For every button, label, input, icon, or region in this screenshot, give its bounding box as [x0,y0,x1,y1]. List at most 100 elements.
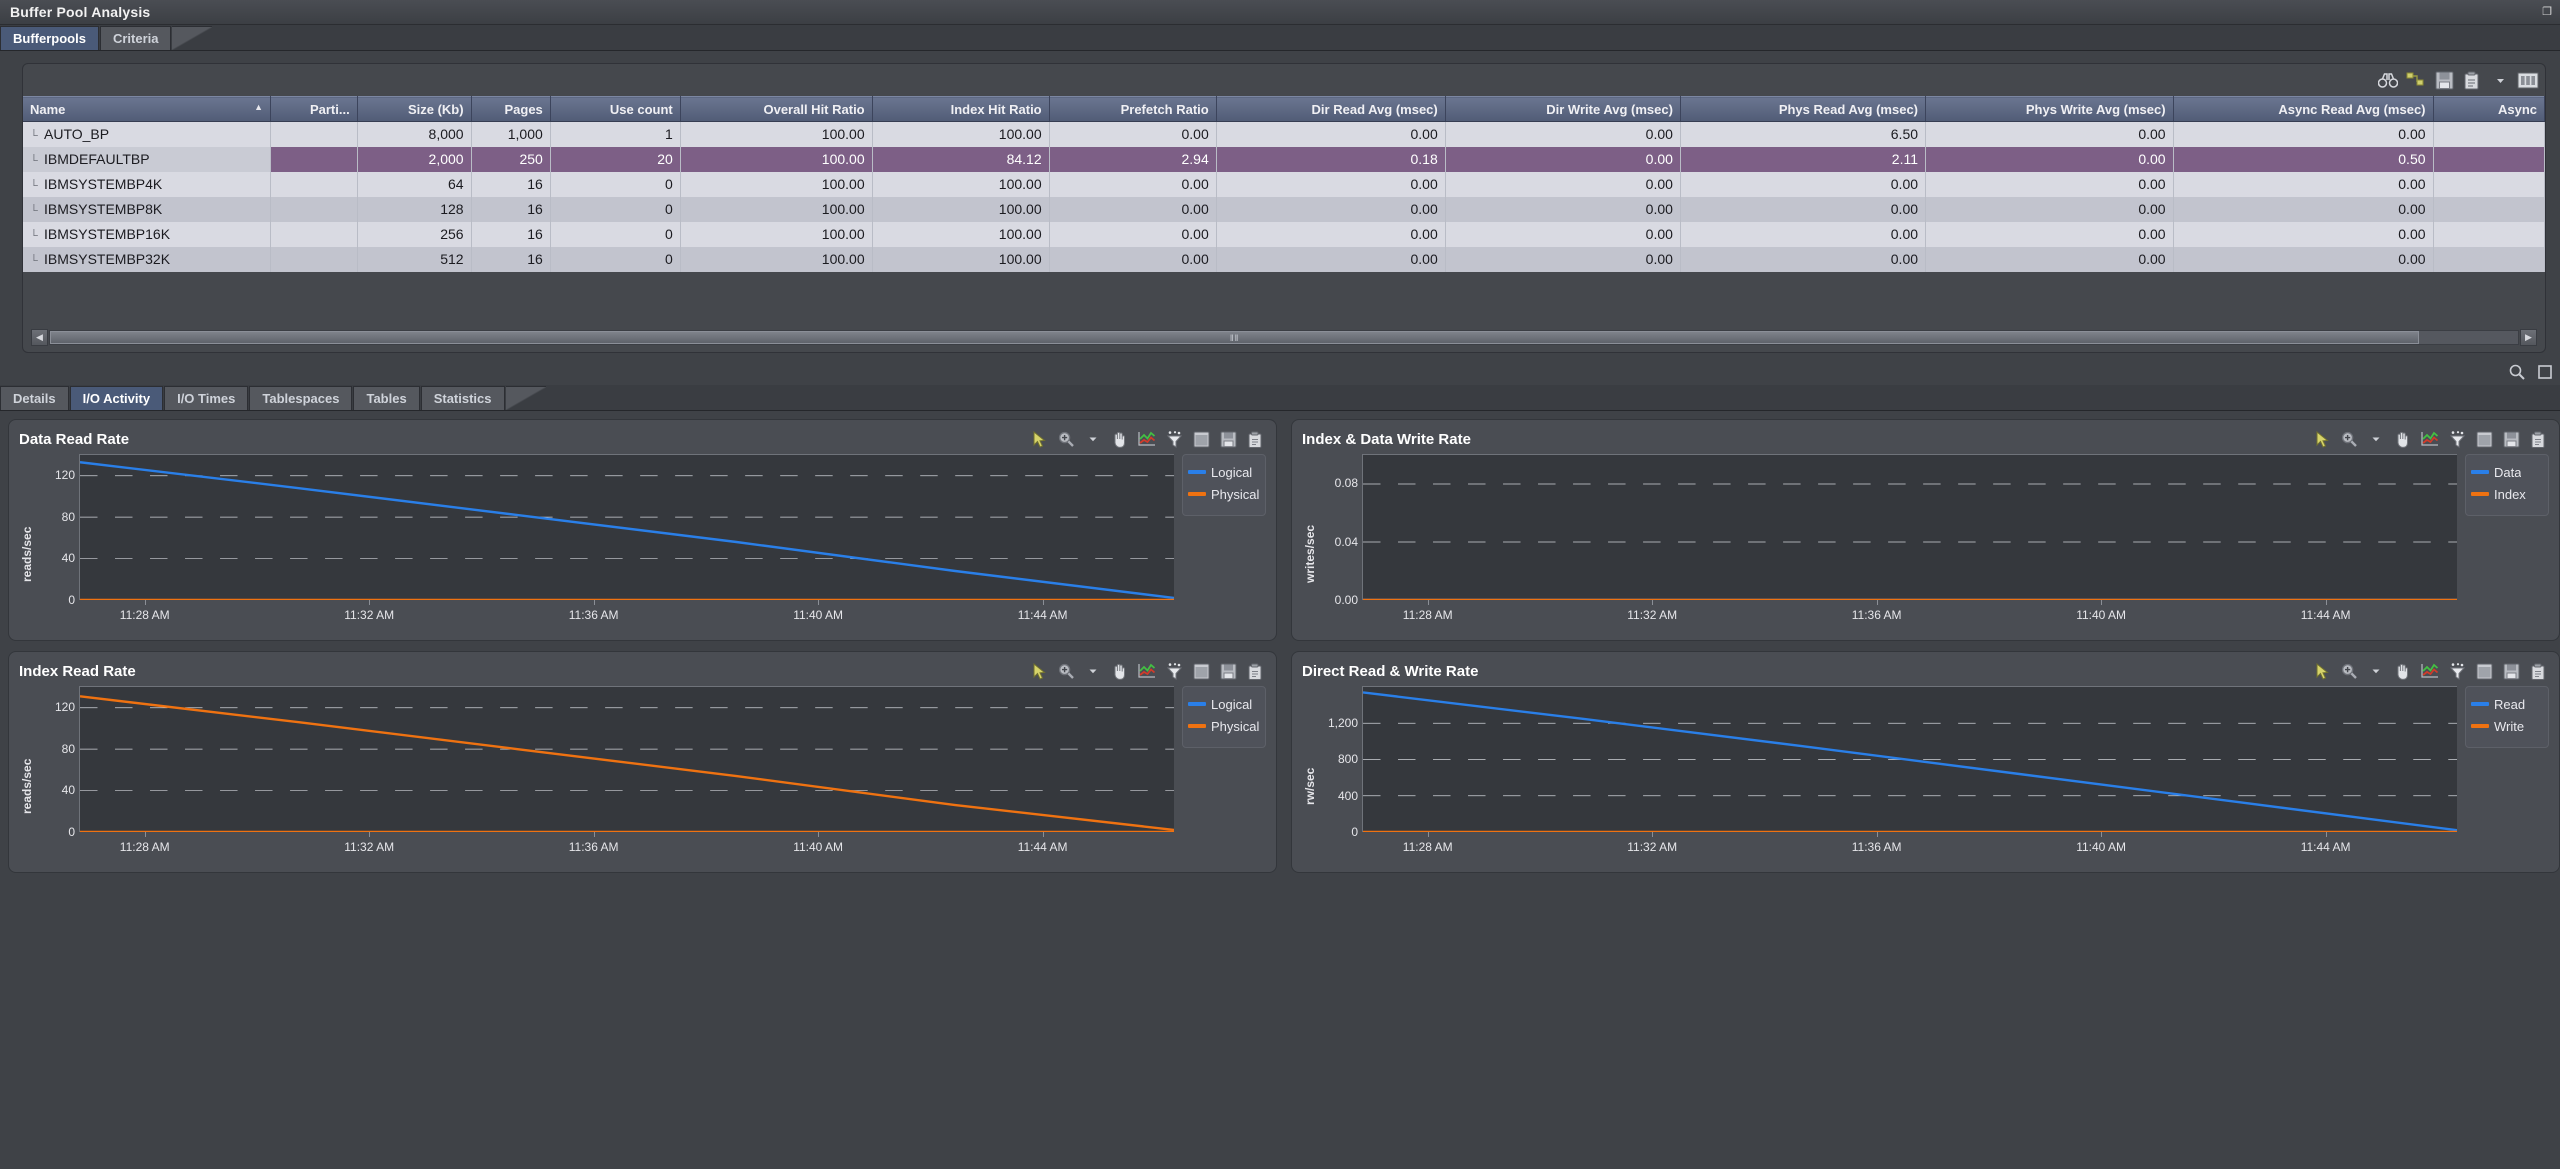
line-chart-icon[interactable] [1136,429,1158,449]
plot-area[interactable]: 11:28 AM 11:32 AM 11:36 AM 11:40 AM 11:44 AM [79,686,1174,864]
save-icon[interactable] [1217,661,1239,681]
table-row[interactable]: └ IBMSYSTEMBP4K 64 16 0 100.00 100.00 0.00 0.00 0… [23,171,2546,197]
table-cell[interactable]: 0.00 [1049,246,1217,272]
copy-icon[interactable] [2527,429,2549,449]
legend-entry[interactable]: Physical [1188,483,1260,505]
window-icon[interactable] [2473,661,2495,681]
table-cell[interactable]: 512 [357,246,472,272]
maximize-icon[interactable] [2534,362,2556,382]
table-cell[interactable]: 0.00 [1049,121,1217,147]
zoom-in-icon[interactable] [2338,429,2360,449]
table-cell[interactable] [270,121,358,147]
table-cell[interactable]: 0.00 [1445,121,1681,147]
table-cell[interactable]: 0.00 [2173,171,2434,197]
legend-entry[interactable]: Read [2471,693,2543,715]
pointer-icon[interactable] [2311,429,2333,449]
table-cell[interactable]: 2.11 [1680,146,1927,172]
tab-details[interactable]: Details [0,386,69,410]
tab-tablespaces[interactable]: Tablespaces [249,386,353,410]
table-cell[interactable]: └ IBMSYSTEMBP16K [23,221,272,247]
plot-canvas[interactable] [1362,454,2457,600]
table-row[interactable]: └ IBMSYSTEMBP32K 512 16 0 100.00 100.00 0.00 0.0… [23,246,2546,272]
table-cell[interactable]: 100.00 [680,246,873,272]
pan-hand-icon[interactable] [2392,661,2414,681]
columns-icon[interactable] [2517,70,2539,90]
line-chart-icon[interactable] [1136,661,1158,681]
funnel-icon[interactable] [2446,661,2468,681]
table-cell[interactable]: └ IBMSYSTEMBP32K [23,246,272,272]
table-cell[interactable]: 16 [471,221,551,247]
zoom-in-icon[interactable] [1055,661,1077,681]
zoom-in-icon[interactable] [1055,429,1077,449]
scroll-right-arrow[interactable]: ▶ [2520,329,2537,346]
save-icon[interactable] [2500,429,2522,449]
maximize-icon[interactable]: ❐ [2538,2,2556,20]
table-cell[interactable]: 0.00 [1445,196,1681,222]
chevron-down-icon[interactable] [2489,70,2511,90]
table-cell[interactable]: 100.00 [872,221,1050,247]
table-cell[interactable]: 0 [550,221,681,247]
table-cell[interactable]: 0.00 [1049,171,1217,197]
bufferpools-table[interactable]: Name ▲ Parti... Size (Kb) Pages Use count Over… [23,96,2546,272]
copy-icon[interactable] [2527,661,2549,681]
plot-canvas[interactable] [79,454,1174,600]
pan-hand-icon[interactable] [1109,661,1131,681]
table-row[interactable]: └ AUTO_BP 8,000 1,000 1 100.00 100.00 0.00 0.00 0… [23,121,2546,147]
table-cell[interactable]: 100.00 [680,146,873,172]
table-cell[interactable]: 0.00 [1680,246,1927,272]
table-cell[interactable]: └ IBMSYSTEMBP4K [23,171,272,197]
column-header-prefetch-ratio[interactable]: Prefetch Ratio [1049,96,1217,122]
save-icon[interactable] [2500,661,2522,681]
legend-entry[interactable]: Write [2471,715,2543,737]
table-cell[interactable]: 16 [471,246,551,272]
table-cell[interactable] [270,171,358,197]
column-header-overall-hit-ratio[interactable]: Overall Hit Ratio [680,96,873,122]
zoom-icon[interactable] [2506,362,2528,382]
table-cell[interactable] [2433,146,2546,172]
table-cell[interactable]: 0 [550,171,681,197]
pan-hand-icon[interactable] [1109,429,1131,449]
chevron-down-icon[interactable] [1082,429,1104,449]
table-cell[interactable]: 0.00 [1925,221,2174,247]
plot-area[interactable]: 11:28 AM 11:32 AM 11:36 AM 11:40 AM 11:44 AM [1362,686,2457,864]
legend-entry[interactable]: Data [2471,461,2543,483]
funnel-icon[interactable] [2446,429,2468,449]
table-cell[interactable] [2433,246,2546,272]
table-cell[interactable]: 0.00 [2173,121,2434,147]
table-cell[interactable]: 20 [550,146,681,172]
column-header-phys-read-avg-msec[interactable]: Phys Read Avg (msec) [1680,96,1927,122]
tab-tables[interactable]: Tables [353,386,420,410]
pointer-icon[interactable] [2311,661,2333,681]
table-cell[interactable]: 128 [357,196,472,222]
table-cell[interactable]: 6.50 [1680,121,1927,147]
plot-canvas[interactable] [1362,686,2457,832]
column-header-parti[interactable]: Parti... [270,96,358,122]
line-chart-icon[interactable] [2419,661,2441,681]
table-cell[interactable]: 0.18 [1216,146,1446,172]
legend-entry[interactable]: Logical [1188,693,1260,715]
funnel-icon[interactable] [1163,429,1185,449]
table-cell[interactable]: 64 [357,171,472,197]
table-cell[interactable]: 0.00 [1925,246,2174,272]
table-cell[interactable]: └ AUTO_BP [23,121,272,147]
window-icon[interactable] [2473,429,2495,449]
table-cell[interactable]: 8,000 [357,121,472,147]
table-cell[interactable]: 0.00 [1216,171,1446,197]
table-cell[interactable]: 1,000 [471,121,551,147]
window-icon[interactable] [1190,661,1212,681]
legend-entry[interactable]: Physical [1188,715,1260,737]
copy-icon[interactable] [1244,429,1266,449]
tab-criteria[interactable]: Criteria [99,26,172,50]
table-cell[interactable]: 100.00 [680,171,873,197]
table-cell[interactable]: 100.00 [680,196,873,222]
column-header-dir-read-avg-msec[interactable]: Dir Read Avg (msec) [1216,96,1446,122]
column-header-use-count[interactable]: Use count [550,96,681,122]
scroll-track[interactable]: ‖‖ [49,330,2519,345]
table-cell[interactable]: 0.00 [1216,121,1446,147]
pointer-icon[interactable] [1028,429,1050,449]
copy-icon[interactable] [2461,70,2483,90]
table-cell[interactable]: 0.00 [1445,221,1681,247]
table-cell[interactable]: 16 [471,171,551,197]
legend-entry[interactable]: Index [2471,483,2543,505]
table-cell[interactable]: 100.00 [872,121,1050,147]
